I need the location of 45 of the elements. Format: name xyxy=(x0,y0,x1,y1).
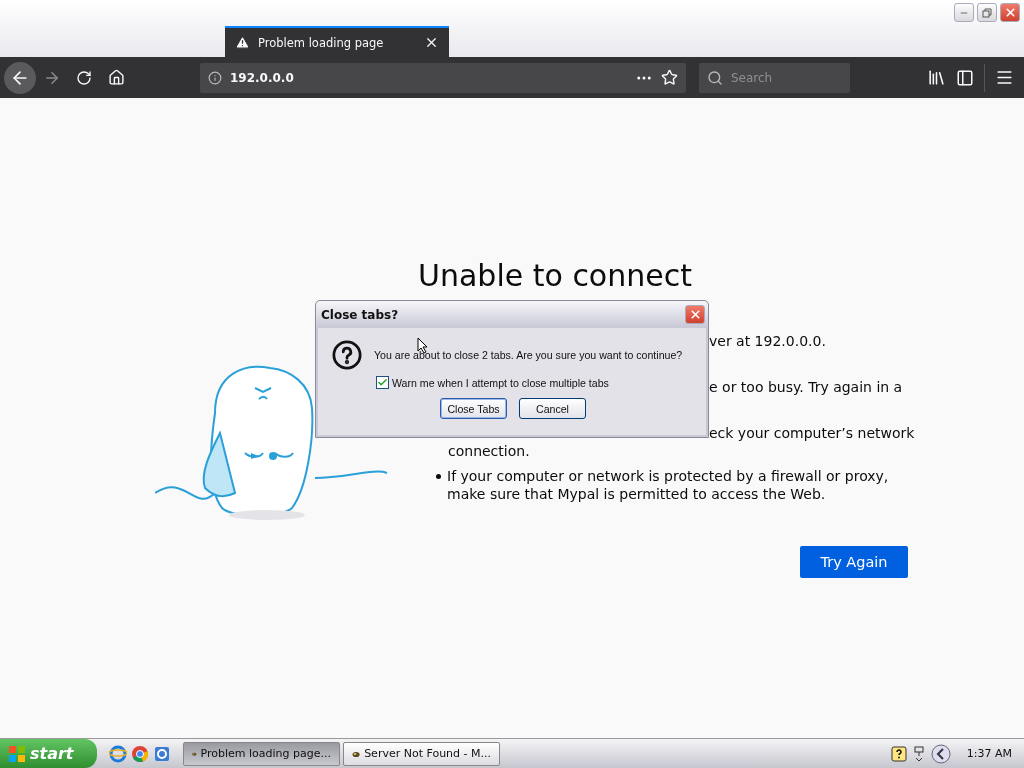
error-text: If your computer or network is protected by a firewall or proxy, make sure that Mypal is permitted to access the Web. xyxy=(447,467,890,503)
close-button[interactable] xyxy=(1000,3,1020,22)
close-icon xyxy=(688,308,702,321)
error-text: e or too busy. Try again in a xyxy=(709,378,903,396)
error-text: eck your computer’s network xyxy=(709,424,915,442)
close-icon[interactable] xyxy=(424,35,439,50)
close-icon xyxy=(1003,6,1017,19)
checkbox-label: Warn me when I attempt to close multiple tabs xyxy=(392,376,609,389)
info-icon[interactable] xyxy=(208,70,222,85)
library-icon[interactable] xyxy=(927,68,946,87)
question-icon xyxy=(332,340,362,370)
chevron-icon[interactable] xyxy=(930,743,951,764)
error-text: connection. xyxy=(448,442,531,460)
dialog-title: Close tabs? xyxy=(321,307,400,322)
browser-tab[interactable]: Problem loading page xyxy=(225,26,449,57)
taskbar-button[interactable]: Problem loading page... xyxy=(183,741,340,766)
try-again-button[interactable]: Try Again xyxy=(800,546,908,578)
windows-logo-icon xyxy=(8,744,26,763)
dialog-button[interactable]: Cancel xyxy=(519,398,586,419)
restore-button[interactable] xyxy=(977,3,997,22)
warning-icon xyxy=(235,35,250,50)
search-field[interactable]: Search xyxy=(699,62,850,93)
browser-icon[interactable] xyxy=(131,744,149,763)
clock: 1:37 AM xyxy=(966,747,1012,760)
dialog-close-button[interactable] xyxy=(685,305,705,324)
reload-icon xyxy=(76,69,92,86)
dialog-message: You are about to close 2 tabs. Are you sure you want to continue? xyxy=(374,349,683,361)
home-icon xyxy=(107,69,125,86)
dialog-button[interactable]: Close Tabs xyxy=(440,398,507,419)
error-text: ver at 192.0.0.0. xyxy=(709,332,826,350)
taskbar-button[interactable]: Server Not Found - M... xyxy=(343,741,500,766)
warn-checkbox[interactable] xyxy=(376,376,389,389)
help-icon[interactable] xyxy=(890,745,907,762)
network-icon[interactable] xyxy=(912,745,925,762)
menu-icon[interactable] xyxy=(995,68,1014,87)
sidebar-icon[interactable] xyxy=(956,68,974,87)
globe-icon[interactable] xyxy=(109,744,127,763)
bullet-dot xyxy=(436,474,441,479)
search-icon xyxy=(707,69,723,86)
back-button[interactable] xyxy=(4,61,36,94)
star-icon[interactable] xyxy=(661,69,678,86)
app-icon[interactable] xyxy=(153,744,171,763)
address-bar[interactable]: 192.0.0.0 xyxy=(200,62,686,93)
page-title: Unable to connect xyxy=(418,258,693,294)
restore-icon xyxy=(982,7,992,18)
